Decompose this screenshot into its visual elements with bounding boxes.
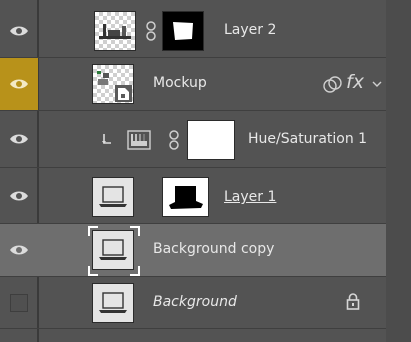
- layer-row-mockup[interactable]: Mockup fx: [0, 58, 386, 111]
- eye-icon: [10, 134, 28, 144]
- visibility-toggle[interactable]: [0, 5, 38, 57]
- clipping-mask-arrow-icon: [102, 134, 111, 144]
- eye-icon: [10, 79, 28, 89]
- layer-thumbnail[interactable]: [92, 230, 134, 270]
- visibility-toggle[interactable]: [0, 58, 38, 110]
- laptop-thumbnail-image: [99, 292, 127, 313]
- layer-name[interactable]: Mockup: [153, 75, 207, 91]
- link-icon[interactable]: [146, 21, 156, 41]
- link-icon[interactable]: [169, 130, 179, 150]
- mask-shape: [169, 186, 203, 209]
- blending-options-icon[interactable]: [322, 75, 344, 95]
- laptop-thumbnail-image: [99, 239, 127, 260]
- layer-name[interactable]: Hue/Saturation 1: [248, 131, 367, 147]
- selection-corner: [88, 266, 98, 276]
- chevron-down-icon[interactable]: [372, 80, 382, 88]
- layer-mask-thumbnail[interactable]: [187, 120, 235, 160]
- eye-icon: [10, 245, 28, 255]
- layer-mask-thumbnail[interactable]: [162, 177, 209, 217]
- visibility-toggle[interactable]: [0, 224, 38, 276]
- layer-row-layer-2[interactable]: Layer 2: [0, 5, 386, 58]
- visibility-off-box: [10, 293, 28, 312]
- layer-name[interactable]: Background copy: [153, 241, 274, 257]
- hue-saturation-adjustment-icon[interactable]: [127, 130, 151, 150]
- layer-row-layer-1[interactable]: Layer 1: [0, 168, 386, 224]
- layer-thumbnail[interactable]: [92, 283, 134, 323]
- panel-scrollbar[interactable]: [386, 0, 411, 342]
- visibility-toggle[interactable]: [0, 111, 38, 167]
- layer-thumbnail-image: [97, 71, 132, 102]
- selection-corner: [88, 226, 98, 236]
- layer-name[interactable]: Layer 1: [224, 189, 276, 205]
- visibility-toggle[interactable]: [0, 168, 38, 223]
- selection-corner: [130, 226, 140, 236]
- layer-row-background[interactable]: Background: [0, 277, 386, 329]
- layer-row-background-copy[interactable]: Background copy: [0, 224, 386, 277]
- laptop-thumbnail-image: [99, 186, 127, 207]
- eye-icon: [10, 191, 28, 200]
- lock-icon[interactable]: [346, 293, 360, 310]
- visibility-toggle[interactable]: [0, 277, 38, 328]
- layer-thumbnail-image: [99, 24, 131, 39]
- layer-thumbnail[interactable]: [94, 11, 136, 51]
- mask-shape: [173, 22, 193, 40]
- eye-icon: [10, 26, 28, 36]
- layer-mask-thumbnail[interactable]: [162, 11, 204, 51]
- layer-thumbnail[interactable]: [92, 64, 134, 104]
- layer-row-hue-saturation[interactable]: Hue/Saturation 1: [0, 111, 386, 168]
- selection-corner: [130, 266, 140, 276]
- layer-name[interactable]: Layer 2: [224, 22, 276, 38]
- layers-panel: Layer 2 Mockup fx Hue/Saturation 1 Layer…: [0, 0, 411, 342]
- layer-name[interactable]: Background: [153, 294, 237, 310]
- layer-thumbnail[interactable]: [92, 177, 134, 217]
- fx-icon[interactable]: fx: [346, 71, 364, 93]
